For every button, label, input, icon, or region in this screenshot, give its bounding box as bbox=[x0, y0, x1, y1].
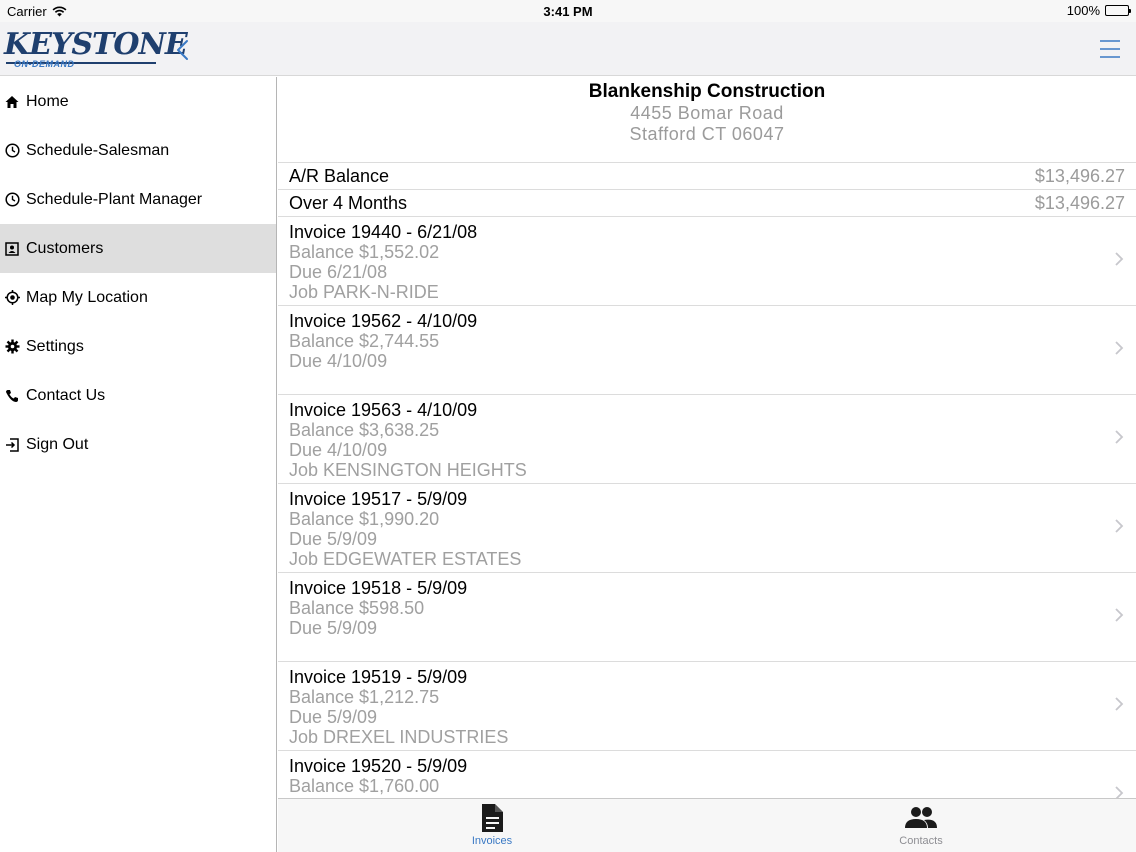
battery-percent: 100% bbox=[1066, 3, 1100, 18]
customer-header: Blankenship Construction 4455 Bomar Road… bbox=[278, 77, 1136, 163]
sidebar-item-label: Contact Us bbox=[26, 386, 106, 404]
customer-address-line2: Stafford CT 06047 bbox=[629, 124, 785, 144]
status-bar: Carrier 3:41 PM 100% bbox=[0, 0, 1136, 22]
navigation-bar: KEYSTONE ON-DEMAND bbox=[0, 22, 1136, 76]
invoice-job: Job PARK-N-RIDE bbox=[289, 282, 439, 302]
invoice-due: Due 4/10/09 bbox=[289, 440, 388, 460]
sidebar-item-label: Settings bbox=[26, 337, 84, 355]
clock-time: 3:41 PM bbox=[543, 4, 593, 19]
sidebar-item-home[interactable]: Home bbox=[0, 77, 276, 126]
people-icon bbox=[905, 807, 937, 828]
invoice-due: Due 4/10/09 bbox=[289, 351, 388, 371]
invoice-row[interactable]: Invoice 19519 - 5/9/09 Balance $1,212.75… bbox=[278, 662, 1136, 751]
customer-address-line1: 4455 Bomar Road bbox=[630, 103, 784, 123]
invoice-balance: Balance $1,212.75 bbox=[289, 687, 440, 707]
invoice-row[interactable]: Invoice 19518 - 5/9/09 Balance $598.50 D… bbox=[278, 573, 1136, 662]
customer-detail-panel[interactable]: Blankenship Construction 4455 Bomar Road… bbox=[278, 77, 1136, 798]
invoice-due: Due 5/9/09 bbox=[289, 707, 378, 727]
chevron-right-icon bbox=[1115, 519, 1124, 533]
tab-bar: Invoices Contacts bbox=[278, 798, 1136, 852]
battery-indicator: 100% bbox=[1066, 3, 1131, 18]
tab-invoices[interactable]: Invoices bbox=[392, 799, 592, 852]
chevron-right-icon bbox=[1115, 341, 1124, 355]
back-button[interactable] bbox=[172, 36, 194, 64]
invoice-due: Due 6/21/08 bbox=[289, 262, 388, 282]
chevron-right-icon bbox=[1115, 252, 1124, 266]
invoice-row[interactable]: Invoice 19563 - 4/10/09 Balance $3,638.2… bbox=[278, 395, 1136, 484]
invoice-balance: Balance $2,744.55 bbox=[289, 331, 440, 351]
logo-text: KEYSTONE bbox=[4, 27, 188, 62]
location-target-icon bbox=[4, 290, 20, 306]
document-icon bbox=[482, 804, 503, 832]
sidebar-item-label: Schedule-Salesman bbox=[26, 141, 170, 159]
ar-balance-row: A/R Balance $13,496.27 bbox=[278, 163, 1136, 190]
invoice-title: Invoice 19520 - 5/9/09 bbox=[289, 756, 468, 776]
invoice-title: Invoice 19440 - 6/21/08 bbox=[289, 222, 478, 242]
tab-contacts[interactable]: Contacts bbox=[821, 799, 1021, 852]
invoice-title: Invoice 19518 - 5/9/09 bbox=[289, 578, 468, 598]
home-icon bbox=[4, 94, 20, 110]
invoice-due: Due 5/9/09 bbox=[289, 529, 378, 549]
contact-card-icon bbox=[4, 241, 20, 257]
sidebar: Home Schedule-Salesman Schedule-Plant Ma… bbox=[0, 77, 277, 852]
invoice-due: Due 5/9/09 bbox=[289, 618, 378, 638]
sidebar-item-label: Customers bbox=[26, 239, 104, 257]
sidebar-item-label: Sign Out bbox=[26, 435, 89, 453]
sign-out-icon bbox=[4, 437, 20, 453]
invoice-row[interactable]: Invoice 19562 - 4/10/09 Balance $2,744.5… bbox=[278, 306, 1136, 395]
sidebar-item-contact-us[interactable]: Contact Us bbox=[0, 371, 276, 420]
logo-subtext: ON-DEMAND bbox=[14, 59, 75, 69]
summary-value: $13,496.27 bbox=[1034, 192, 1125, 213]
menu-button[interactable] bbox=[1098, 38, 1122, 60]
tab-label: Invoices bbox=[471, 835, 513, 847]
invoice-job: Job EDGEWATER ESTATES bbox=[289, 549, 522, 569]
sidebar-item-map-my-location[interactable]: Map My Location bbox=[0, 273, 276, 322]
invoice-row[interactable]: Invoice 19517 - 5/9/09 Balance $1,990.20… bbox=[278, 484, 1136, 573]
tab-label: Contacts bbox=[899, 835, 943, 847]
invoice-row[interactable]: Invoice 19520 - 5/9/09 Balance $1,760.00 bbox=[278, 751, 1136, 798]
clock-icon bbox=[4, 143, 20, 159]
summary-label: Over 4 Months bbox=[289, 192, 408, 213]
sidebar-item-label: Schedule-Plant Manager bbox=[26, 190, 203, 208]
invoice-title: Invoice 19562 - 4/10/09 bbox=[289, 311, 478, 331]
customer-name: Blankenship Construction bbox=[588, 81, 826, 102]
invoice-title: Invoice 19517 - 5/9/09 bbox=[289, 489, 468, 509]
invoice-title: Invoice 19563 - 4/10/09 bbox=[289, 400, 478, 420]
sidebar-item-label: Map My Location bbox=[26, 288, 148, 306]
invoice-balance: Balance $598.50 bbox=[289, 598, 425, 618]
chevron-right-icon bbox=[1115, 608, 1124, 622]
invoice-balance: Balance $1,552.02 bbox=[289, 242, 440, 262]
over-4-months-row: Over 4 Months $13,496.27 bbox=[278, 190, 1136, 217]
summary-value: $13,496.27 bbox=[1034, 165, 1125, 186]
sidebar-item-customers[interactable]: Customers bbox=[0, 224, 276, 273]
battery-icon bbox=[1105, 5, 1131, 16]
sidebar-item-sign-out[interactable]: Sign Out bbox=[0, 420, 276, 469]
chevron-right-icon bbox=[1115, 430, 1124, 444]
invoice-job: Job KENSINGTON HEIGHTS bbox=[289, 460, 527, 480]
gear-icon bbox=[4, 339, 20, 355]
invoice-balance: Balance $1,990.20 bbox=[289, 509, 440, 529]
chevron-left-icon bbox=[177, 40, 188, 60]
summary-label: A/R Balance bbox=[289, 165, 390, 186]
sidebar-item-label: Home bbox=[26, 92, 69, 110]
phone-icon bbox=[4, 388, 20, 404]
invoice-balance: Balance $1,760.00 bbox=[289, 776, 440, 796]
invoice-row[interactable]: Invoice 19440 - 6/21/08 Balance $1,552.0… bbox=[278, 217, 1136, 306]
clock-icon bbox=[4, 192, 20, 208]
chevron-right-icon bbox=[1115, 697, 1124, 711]
invoice-title: Invoice 19519 - 5/9/09 bbox=[289, 667, 468, 687]
chevron-right-icon bbox=[1115, 786, 1124, 798]
sidebar-item-schedule-salesman[interactable]: Schedule-Salesman bbox=[0, 126, 276, 175]
sidebar-item-settings[interactable]: Settings bbox=[0, 322, 276, 371]
keystone-logo: KEYSTONE ON-DEMAND bbox=[4, 28, 188, 72]
invoice-balance: Balance $3,638.25 bbox=[289, 420, 440, 440]
sidebar-item-schedule-plant-manager[interactable]: Schedule-Plant Manager bbox=[0, 175, 276, 224]
invoice-job: Job DREXEL INDUSTRIES bbox=[289, 727, 509, 747]
hamburger-menu-icon bbox=[1100, 40, 1120, 58]
